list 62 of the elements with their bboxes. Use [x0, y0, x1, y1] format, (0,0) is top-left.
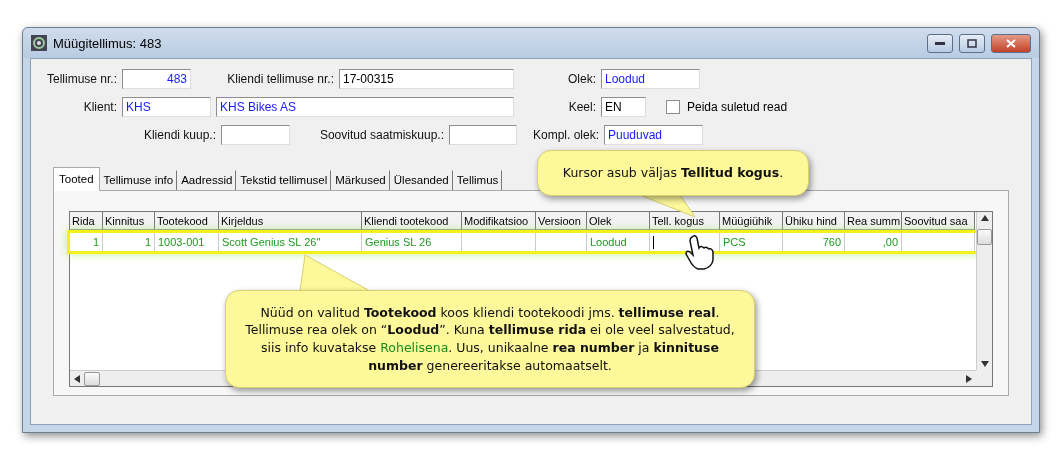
- table-row[interactable]: 1 1 1003-001 Scott Genius SL 26'' Genius SL 26 Loodud PCS 760 ,00: [70, 233, 976, 251]
- column-header[interactable]: Soovitud saa: [902, 212, 975, 230]
- tab[interactable]: Tooted: [53, 167, 100, 191]
- field-label: Kliendi tellimuse nr.:: [226, 72, 335, 86]
- column-header[interactable]: Kinnitus: [103, 212, 155, 230]
- field-label: Olek:: [567, 72, 597, 86]
- table-cell: Loodud: [587, 233, 650, 251]
- table-cell: Scott Genius SL 26'': [219, 233, 362, 251]
- minimize-icon: [935, 41, 945, 45]
- column-header[interactable]: Rida: [70, 212, 103, 230]
- field-label: Keel:: [567, 100, 597, 114]
- column-header[interactable]: Modifikatsioo: [462, 212, 536, 230]
- scrollbar-thumb[interactable]: [84, 371, 100, 386]
- column-header[interactable]: Ühiku hind: [783, 212, 845, 230]
- input-field[interactable]: KHS: [122, 97, 211, 117]
- field-label: Tellimuse nr.:: [45, 72, 118, 86]
- table-cell: 760: [783, 233, 845, 251]
- field-label: Kliendi kuup.:: [142, 128, 217, 142]
- callout-text: Kursor asub väljas Tellitud kogus.: [562, 164, 784, 182]
- column-header[interactable]: Rea summ: [845, 212, 902, 230]
- pointer-hand-icon: [684, 234, 716, 270]
- scroll-up-icon[interactable]: [980, 215, 989, 221]
- input-field[interactable]: KHS Bikes AS: [216, 97, 514, 117]
- scrollbar-thumb[interactable]: [977, 229, 992, 245]
- table-cell: 1003-001: [155, 233, 219, 251]
- checkbox-label: Peida suletud read: [687, 100, 788, 114]
- column-header[interactable]: Kliendi tootekood: [362, 212, 462, 230]
- table-cell: Genius SL 26: [362, 233, 462, 251]
- table-cell: 1: [70, 233, 103, 251]
- input-field[interactable]: [449, 125, 517, 145]
- input-field[interactable]: [221, 125, 290, 145]
- window-title: Müügitellimus: 483: [53, 35, 163, 51]
- input-field[interactable]: 17-00315: [339, 69, 514, 89]
- input-field[interactable]: Puuduvad: [604, 125, 703, 145]
- callout-text: Nüüd on valitud Tootekood koos kliendi tootekoodi jms. tellimuse real. Tellimuse rea olek on “Loodud”. Kuna tellimuse rida ei ole veel salvestatud, siis info kuvatakse Rohelisena. Uus, unikaalne rea number ja kinnituse number genereeritakse automaatselt.: [244, 303, 736, 375]
- field-label: Klient:: [82, 100, 118, 114]
- table-cell: ,00: [845, 233, 902, 251]
- table-cell: PCS: [720, 233, 783, 251]
- table-cell: 1: [103, 233, 155, 251]
- vertical-scrollbar[interactable]: [976, 212, 992, 370]
- maximize-button[interactable]: [959, 33, 985, 53]
- column-header[interactable]: Tootekood: [155, 212, 219, 230]
- input-field[interactable]: Loodud: [601, 69, 700, 89]
- maximize-icon: [967, 38, 977, 48]
- text-cursor: [653, 235, 654, 249]
- scroll-down-icon[interactable]: [980, 361, 989, 367]
- scroll-left-icon[interactable]: [74, 374, 80, 383]
- column-header[interactable]: Olek: [587, 212, 650, 230]
- field-label: Soovitud saatmiskuup.:: [318, 128, 445, 142]
- column-header[interactable]: Müügiühik: [720, 212, 783, 230]
- input-field[interactable]: EN: [601, 97, 646, 117]
- minimize-button[interactable]: [927, 33, 953, 53]
- column-header[interactable]: Kirjeldus: [219, 212, 362, 230]
- checkbox[interactable]: [666, 100, 680, 114]
- close-icon: [1006, 38, 1016, 48]
- scroll-right-icon[interactable]: [966, 374, 972, 383]
- field-label: Kompl. olek:: [531, 128, 600, 142]
- close-button[interactable]: [991, 33, 1031, 53]
- app-icon: [31, 35, 47, 51]
- input-field[interactable]: 483: [122, 69, 191, 89]
- column-header[interactable]: Tell. kogus: [650, 212, 720, 230]
- column-header[interactable]: Versioon: [536, 212, 587, 230]
